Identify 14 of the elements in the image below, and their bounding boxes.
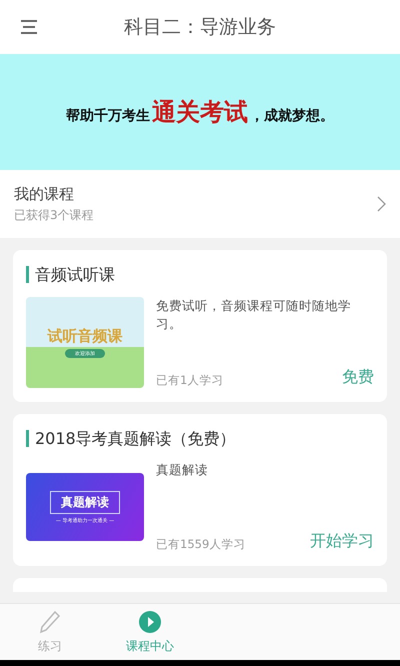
course-description: 免费试听，音频课程可随时随地学习。 bbox=[156, 297, 352, 333]
page-title: 科目二：导游业务 bbox=[124, 15, 276, 40]
learner-count: 已有1人学习 bbox=[156, 373, 224, 388]
thumbnail-title: 试听音频课 bbox=[48, 327, 122, 346]
learner-count: 已有1559人学习 bbox=[156, 537, 246, 552]
thumbnail-title: 真题解读 bbox=[50, 490, 120, 514]
course-title: 音频试听课 bbox=[26, 266, 374, 283]
my-courses-count: 已获得3个课程 bbox=[14, 206, 94, 224]
my-courses-row[interactable]: 我的课程 已获得3个课程 bbox=[0, 170, 400, 238]
banner-slogan: 帮助千万考生通关考试，成就梦想。 bbox=[66, 96, 334, 128]
course-description: 真题解读 bbox=[156, 461, 209, 479]
banner[interactable]: 帮助千万考生通关考试，成就梦想。 bbox=[0, 54, 400, 170]
course-title: 2018导考真题解读（免费） bbox=[26, 430, 374, 447]
my-courses-title: 我的课程 bbox=[14, 184, 75, 204]
